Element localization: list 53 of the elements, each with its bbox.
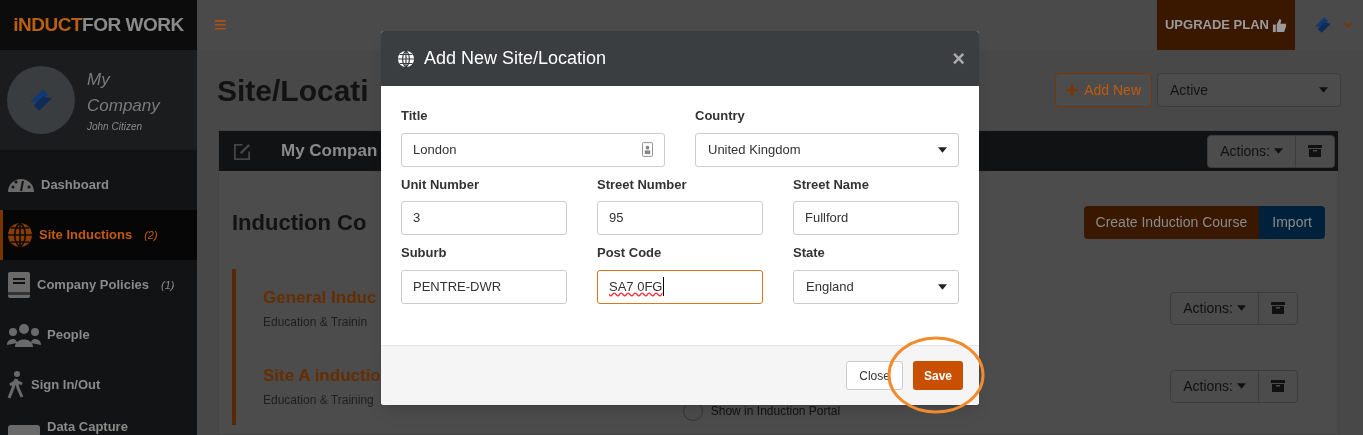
globe-icon [397,49,415,68]
field-label: Street Name [793,175,870,194]
input-field[interactable]: SA7 0FG [597,269,763,304]
plus-icon [1066,84,1079,96]
field-label: Suburb [401,244,448,262]
logo-text: iNDUCT [13,12,83,37]
import-button[interactable]: Import [1259,205,1325,239]
sidebar-item[interactable]: People [0,310,197,360]
sidebar-item[interactable]: Company Policies (1) [0,260,197,310]
dropdown-arrow-icon [938,283,947,290]
save-button[interactable]: Save [912,361,963,390]
sidebar-item[interactable]: Sign In/Out [0,360,197,410]
sidebar-item[interactable]: Data Capture [0,410,197,435]
item-count: (2) [144,227,158,243]
field-label: Street Number [597,175,688,194]
caret-icon [1237,305,1246,311]
close-button[interactable]: Close [846,361,903,390]
sidebar-item[interactable]: Dashboard [0,160,197,210]
dropdown-arrow-icon [938,146,947,153]
site-name: My Compan [281,141,378,161]
input-field[interactable]: PENTRE-DWR [401,269,567,304]
caret-icon [1237,383,1246,389]
input-field[interactable]: Fullford [793,201,959,235]
field-label: Title [401,107,429,125]
caret-icon [1274,148,1283,154]
logo-text: FOR WORK [82,12,184,37]
globe-icon [7,222,33,248]
gauge-icon [7,177,35,193]
dropdown-arrow-icon [1319,87,1328,93]
field-label: Unit Number [401,175,480,194]
people-icon [7,323,41,347]
clipboard-icon [7,423,41,435]
select-field[interactable]: England [793,269,959,304]
input-field[interactable]: 95 [597,201,763,235]
input-field[interactable]: 3 [401,201,567,235]
sidebar-item[interactable]: Site Inductions (2) [0,210,197,260]
field-label: Country [695,107,746,125]
contact-card-icon [642,142,653,157]
section-title: Induction Co [232,209,367,235]
select-field[interactable]: United Kingdom [695,132,959,167]
user-name: John Citizen [87,119,144,134]
field-label: State [793,244,826,262]
thumbs-up-icon [1272,17,1287,33]
company-name: My Company [87,68,162,117]
input-field[interactable]: London [401,132,665,167]
modal-title: Add New Site/Location [424,47,608,70]
create-course-button[interactable]: Create Induction Course [1083,205,1260,239]
walking-person-icon [7,371,25,399]
upgrade-plan-button[interactable]: UPGRADE PLAN [1157,0,1295,50]
book-icon [7,271,31,299]
field-label: Post Code [597,244,663,262]
item-count: (1) [161,277,175,293]
edit-icon[interactable] [233,141,252,161]
